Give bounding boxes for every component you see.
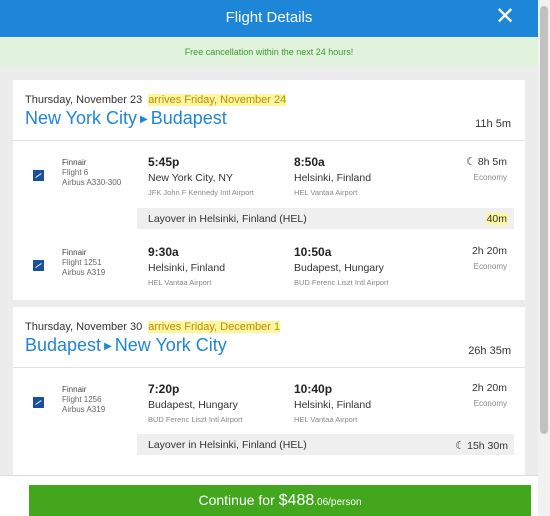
departure: 5:45p New York City, NY JFK John F Kenne… [148, 155, 254, 197]
moon-icon: ☾ [455, 440, 466, 452]
airline-logo-icon [33, 170, 44, 181]
arrival: 10:50a Budapest, Hungary BUD Ferenc Lisz… [294, 245, 389, 287]
trip-route: New York City ▶ Budapest [25, 108, 227, 129]
departure-city: New York City, NY [148, 172, 233, 184]
segment-duration: 2h 20m [471, 382, 507, 394]
continue-price: $488 [278, 492, 315, 509]
close-icon[interactable]: ✕ [494, 2, 516, 32]
trip-date: Thursday, November 30 arrives Friday, De… [25, 321, 281, 333]
arrival: 10:40p Helsinki, Finland HEL Vantaa Airp… [294, 382, 371, 424]
aircraft: Airbus A319 [62, 268, 106, 277]
divider [13, 367, 525, 368]
arrow-right-icon: ▶ [104, 341, 112, 352]
flight-segment: Finnair Flight 6 Airbus A330-300 5:45p N… [13, 152, 525, 202]
trip-duration: 11h 5m [475, 118, 511, 130]
departure: 7:20p Budapest, Hungary BUD Ferenc Liszt… [148, 382, 243, 424]
scrollbar[interactable] [538, 0, 550, 516]
departure-airport: HEL Vantaa Airport [148, 278, 212, 287]
segment-summary: ☾ 8h 5m Economy [466, 155, 507, 182]
page-title: Flight Details [225, 9, 313, 26]
cabin-class: Economy [473, 399, 507, 408]
arrival-city: Budapest, Hungary [294, 262, 384, 274]
arrow-right-icon: ▶ [140, 114, 148, 125]
layover-bar: Layover in Helsinki, Finland (HEL) ☾ 15h … [137, 434, 514, 455]
aircraft: Airbus A330-300 [62, 178, 122, 187]
header-bar: Flight Details ✕ [0, 0, 538, 37]
segment-summary: 2h 20m Economy [472, 245, 507, 271]
arrival-airport: HEL Vantaa Airport [294, 188, 358, 197]
departure: 9:30a Helsinki, Finland HEL Vantaa Airpo… [148, 245, 225, 287]
arrival-time: 10:50a [294, 245, 332, 259]
continue-price-cents: .06/person [314, 497, 362, 508]
trip-route: Budapest ▶ New York City [25, 335, 227, 356]
segment-duration: 2h 20m [471, 245, 507, 257]
arrival-airport: BUD Ferenc Liszt Intl Airport [294, 278, 389, 287]
airline-info: Finnair Flight 1256 Airbus A319 [62, 385, 105, 415]
segment-duration: 8h 5m [477, 156, 507, 168]
arrival-time: 8:50a [294, 155, 325, 169]
trip-card-return: Thursday, November 30 arrives Friday, De… [13, 307, 525, 487]
trip-duration: 26h 35m [468, 345, 511, 357]
arrival-airport: HEL Vantaa Airport [294, 415, 358, 424]
flight-number: Flight 1251 [62, 258, 102, 267]
departure-time: 5:45p [148, 155, 180, 169]
layover-time: 40m [485, 213, 508, 225]
airline-logo-icon [33, 397, 44, 408]
airline-info: Finnair Flight 6 Airbus A330-300 [62, 158, 121, 188]
departure-city: Helsinki, Finland [148, 262, 226, 274]
divider [13, 140, 525, 141]
moon-icon: ☾ [465, 156, 476, 168]
arrival-city: Helsinki, Finland [294, 172, 372, 184]
route-origin: Budapest [25, 335, 102, 355]
layover-bar: Layover in Helsinki, Finland (HEL) 40m [137, 208, 514, 229]
airline-name: Finnair [62, 248, 87, 257]
departure-city: Budapest, Hungary [148, 399, 238, 411]
airline-logo-icon [33, 260, 44, 271]
departure-airport: JFK John F Kennedy Intl Airport [148, 188, 254, 197]
arrival-note: arrives Friday, December 1 [148, 321, 281, 333]
route-origin: New York City [25, 108, 138, 128]
scrollbar-thumb[interactable] [540, 6, 548, 434]
airline-info: Finnair Flight 1251 Airbus A319 [62, 248, 105, 278]
departure-airport: BUD Ferenc Liszt Intl Airport [148, 415, 243, 424]
flight-segment: Finnair Flight 1251 Airbus A319 9:30a He… [13, 242, 525, 292]
cancellation-notice: Free cancellation within the next 24 hou… [0, 37, 538, 67]
cabin-class: Economy [473, 173, 507, 182]
route-destination: New York City [114, 335, 227, 355]
trip-date: Thursday, November 23 arrives Friday, No… [25, 94, 287, 106]
departure-time: 7:20p [148, 382, 180, 396]
cabin-class: Economy [473, 262, 507, 271]
flight-number: Flight 1256 [62, 395, 102, 404]
trip-card-outbound: Thursday, November 23 arrives Friday, No… [13, 80, 525, 300]
flight-number: Flight 6 [62, 168, 89, 177]
route-destination: Budapest [150, 108, 227, 128]
layover-text: Layover in Helsinki, Finland (HEL) [148, 439, 307, 451]
flight-segment: Finnair Flight 1256 Airbus A319 7:20p Bu… [13, 379, 525, 429]
arrival-city: Helsinki, Finland [294, 399, 372, 411]
segment-summary: 2h 20m Economy [472, 382, 507, 408]
airline-name: Finnair [62, 385, 87, 394]
arrival-time: 10:40p [294, 382, 333, 396]
departure-time: 9:30a [148, 245, 179, 259]
continue-label: Continue for [198, 492, 279, 508]
layover-time: 15h 30m [467, 440, 508, 452]
aircraft: Airbus A319 [62, 405, 106, 414]
airline-name: Finnair [62, 158, 87, 167]
continue-button[interactable]: Continue for $488.06/person [29, 485, 531, 516]
layover-text: Layover in Helsinki, Finland (HEL) [148, 213, 307, 225]
arrival-note: arrives Friday, November 24 [148, 94, 287, 106]
departure-date: Thursday, November 30 [25, 321, 143, 333]
arrival: 8:50a Helsinki, Finland HEL Vantaa Airpo… [294, 155, 371, 197]
footer: Continue for $488.06/person [0, 475, 538, 516]
departure-date: Thursday, November 23 [25, 94, 143, 106]
